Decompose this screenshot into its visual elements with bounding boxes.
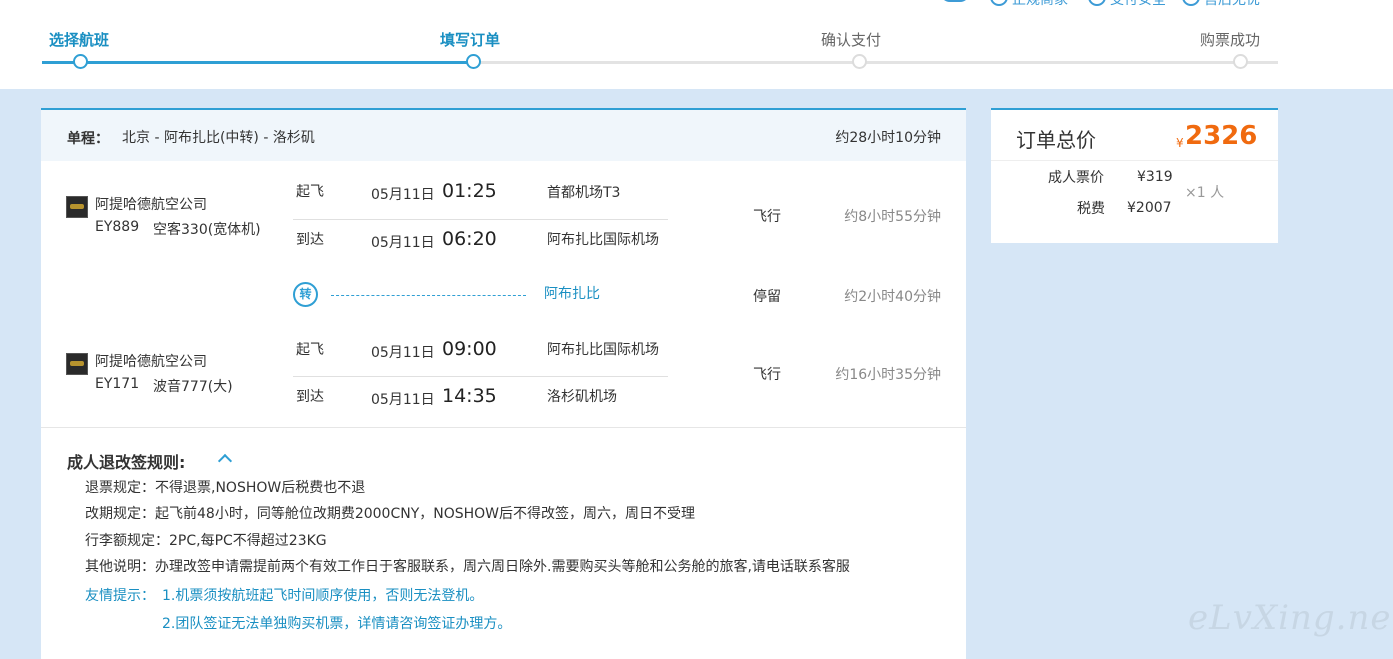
aircraft-type: 空客330(宽体机) [153,222,261,238]
step-dot-4 [1233,54,1248,69]
stopover-type: 停留 [753,289,781,305]
transfer-city: 阿布扎比 [544,286,600,302]
step-label-fill-order: 填写订单 [440,31,501,49]
site-watermark: eLvXing.net [1188,598,1393,638]
step-label-select-flight: 选择航班 [49,31,110,49]
transfer-icon: 转 [293,282,318,307]
segment-type: 飞行 [753,367,781,383]
step-dot-1 [73,54,88,69]
aircraft-type: 波音777(大) [153,379,233,395]
arrival-date: 05月11日 [371,392,435,408]
itinerary-card: 单程： 北京 - 阿布扎比(中转) - 洛杉矶 约28小时10分钟 阿提哈德航空… [41,108,966,659]
arrival-time: 14:35 [442,385,497,407]
rules-divider [41,427,966,428]
tax-value: ¥2007 [1127,200,1172,216]
trip-type-label: 单程： [67,131,109,147]
progress-track-todo [474,61,1278,64]
progress-steps: 选择航班 填写订单 确认支付 购票成功 [0,0,1393,89]
rule-refund: 退票规定：不得退票,NOSHOW后税费也不退 [85,480,366,496]
flight-number: EY171 [95,376,140,392]
adult-fare-value: ¥319 [1137,169,1173,185]
tax-label: 税费 [1077,201,1105,217]
departure-label: 起飞 [296,342,324,358]
arrival-time: 06:20 [442,228,497,250]
airline-name: 阿提哈德航空公司 [95,354,207,370]
arrival-airport: 阿布扎比国际机场 [547,232,659,248]
leg-divider [293,376,668,377]
tip-2: 2.团队签证无法单独购买机票，详情请咨询签证办理方。 [162,616,512,632]
order-total-card: 订单总价 ¥ 2326 成人票价 ¥319 ×1 人 税费 ¥2007 [991,108,1278,243]
passenger-multiplier: ×1 人 [1185,185,1225,201]
airline-logo-icon [66,196,88,218]
trip-route: 北京 - 阿布扎比(中转) - 洛杉矶 [122,130,315,146]
step-label-success: 购票成功 [1200,31,1261,49]
transfer-dashed-line [331,295,526,296]
order-total-title: 订单总价 [1016,128,1096,152]
adult-fare-label: 成人票价 [1048,170,1104,186]
chevron-up-icon[interactable] [217,453,233,469]
flight-number: EY889 [95,219,140,235]
order-total-currency: ¥ [1176,136,1184,150]
arrival-label: 到达 [296,389,324,405]
departure-airport: 首都机场T3 [547,185,621,201]
step-dot-2 [466,54,481,69]
order-total-divider [991,160,1278,161]
progress-track-done [42,61,474,64]
departure-label: 起飞 [296,184,324,200]
arrival-airport: 洛杉矶机场 [547,389,617,405]
rule-baggage: 行李额规定：2PC,每PC不得超过23KG [85,533,327,549]
trip-total-duration: 约28小时10分钟 [835,130,941,146]
stopover-duration: 约2小时40分钟 [844,289,941,305]
airline-name: 阿提哈德航空公司 [95,197,207,213]
leg-divider [293,219,668,220]
departure-time: 01:25 [442,180,497,202]
departure-date: 05月11日 [371,187,435,203]
segment-type: 飞行 [753,209,781,225]
trip-header: 单程： 北京 - 阿布扎比(中转) - 洛杉矶 约28小时10分钟 [41,110,966,161]
rule-other: 其他说明：办理改签申请需提前两个有效工作日于客服联系，周六周日除外.需要购买头等… [85,559,850,575]
tip-1: 1.机票须按航班起飞时间顺序使用，否则无法登机。 [162,588,484,604]
segment-duration: 约8小时55分钟 [844,209,941,225]
departure-airport: 阿布扎比国际机场 [547,342,659,358]
step-label-confirm-pay: 确认支付 [821,31,882,49]
rule-change: 改期规定：起飞前48小时，同等舱位改期费2000CNY，NOSHOW后不得改签，… [85,506,696,522]
step-dot-3 [852,54,867,69]
order-total-amount: 2326 [1185,121,1258,151]
arrival-label: 到达 [296,232,324,248]
segment-duration: 约16小时35分钟 [835,367,941,383]
tip-label: 友情提示： [85,588,155,604]
arrival-date: 05月11日 [371,235,435,251]
departure-date: 05月11日 [371,345,435,361]
rules-title: 成人退改签规则: [67,453,186,472]
top-bar: 正规商家 支付安全 售后无忧 选择航班 填写订单 确认支付 购票成功 [0,0,1393,89]
departure-time: 09:00 [442,338,497,360]
airline-logo-icon [66,353,88,375]
